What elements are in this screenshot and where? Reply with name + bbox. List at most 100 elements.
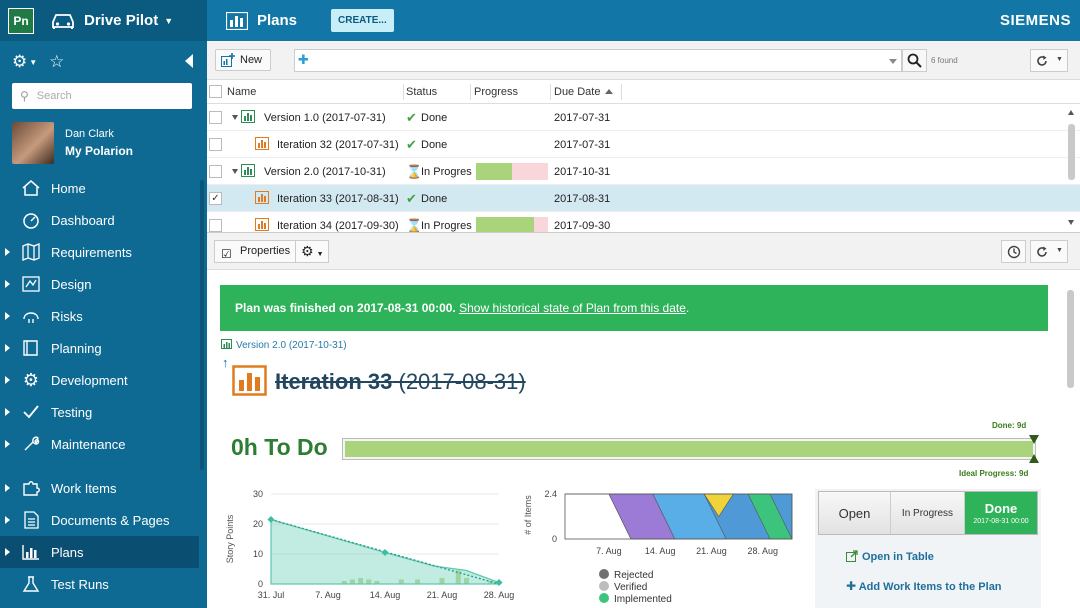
status-open-button[interactable]: Open	[819, 492, 891, 534]
new-plan-icon	[221, 53, 235, 67]
sidebar-item-test-runs[interactable]: Test Runs	[0, 568, 199, 600]
search-button[interactable]	[902, 49, 927, 72]
sidebar-item-plans[interactable]: Plans	[0, 536, 199, 568]
refresh-button-group[interactable]: ▼	[1030, 240, 1068, 263]
scroll-up-icon[interactable]	[1068, 110, 1074, 115]
expand-arrow-icon[interactable]	[5, 440, 10, 448]
requirements-icon	[20, 242, 42, 262]
properties-settings-button[interactable]: ⚙ ▼	[295, 240, 329, 263]
add-work-items-label: Add Work Items to the Plan	[858, 581, 1002, 593]
column-header-name[interactable]: Name	[227, 86, 256, 98]
collapse-sidebar-icon[interactable]	[185, 54, 193, 68]
sidebar-item-testing[interactable]: Testing	[0, 396, 199, 428]
history-button[interactable]	[1001, 240, 1026, 263]
refresh-icon[interactable]	[1036, 246, 1048, 258]
plan-name[interactable]: Iteration 34 (2017-09-30)	[277, 220, 399, 232]
expand-arrow-icon[interactable]	[5, 408, 10, 416]
expand-arrow-icon[interactable]	[5, 376, 10, 384]
content-scrollbar[interactable]	[1067, 290, 1074, 600]
plan-status: Done	[421, 193, 448, 205]
sidebar-item-design[interactable]: Design	[0, 268, 199, 300]
sidebar-item-development[interactable]: ⚙ Development	[0, 364, 199, 396]
parent-up-arrow-icon[interactable]: ↑	[222, 355, 229, 370]
content-scroll-thumb[interactable]	[1067, 290, 1074, 388]
table-row[interactable]: Iteration 32 (2017-07-31) ✔ Done 2017-07…	[207, 131, 1080, 158]
historical-state-link[interactable]: Show historical state of Plan from this …	[459, 301, 686, 315]
row-checkbox[interactable]	[209, 165, 222, 178]
legend-label: Rejected	[614, 570, 653, 581]
sidebar-search-input[interactable]: ⚲ Search	[12, 83, 192, 109]
column-separator[interactable]	[550, 84, 551, 100]
refresh-caret-icon[interactable]: ▼	[1056, 56, 1063, 63]
sidebar-item-work-items[interactable]: Work Items	[0, 472, 199, 504]
table-row[interactable]: Iteration 34 (2017-09-30) ⌛ In Progres 2…	[207, 212, 1080, 232]
new-plan-button[interactable]: New	[215, 49, 272, 71]
expand-arrow-icon[interactable]	[5, 312, 10, 320]
row-checkbox[interactable]	[209, 219, 222, 232]
sidebar-item-dashboard[interactable]: Dashboard	[0, 204, 199, 236]
column-header-progress[interactable]: Progress	[474, 86, 518, 98]
create-button[interactable]: CREATE...	[331, 9, 394, 32]
expand-arrow-icon[interactable]	[5, 344, 10, 352]
plan-name[interactable]: Version 2.0 (2017-10-31)	[264, 166, 386, 178]
status-done-button[interactable]: Done 2017-08-31 00:00	[965, 492, 1037, 534]
query-input[interactable]: ✚	[294, 49, 902, 72]
column-separator[interactable]	[470, 84, 471, 100]
project-name[interactable]: Drive Pilot	[84, 12, 158, 29]
sidebar-item-risks[interactable]: Risks	[0, 300, 199, 332]
expand-arrow-icon[interactable]	[5, 516, 10, 524]
done-days-label: Done: 9d	[992, 421, 1027, 430]
refresh-caret-icon[interactable]: ▼	[1056, 247, 1063, 254]
add-work-items-link[interactable]: ✚ Add Work Items to the Plan	[846, 579, 1002, 593]
refresh-button-group[interactable]: ▼	[1030, 49, 1068, 72]
parent-plan-link[interactable]: Version 2.0 (2017-10-31)	[221, 339, 347, 351]
expand-arrow-icon[interactable]	[5, 484, 10, 492]
testing-check-icon	[20, 402, 42, 422]
column-header-due-date[interactable]: Due Date	[554, 86, 600, 98]
my-polarion-link[interactable]: My Polarion	[65, 144, 133, 158]
expand-arrow-icon[interactable]	[5, 548, 10, 556]
row-checkbox[interactable]	[209, 138, 222, 151]
plan-name[interactable]: Iteration 33 (2017-08-31)	[277, 193, 399, 205]
add-filter-icon[interactable]: ✚	[298, 52, 309, 68]
settings-caret-icon[interactable]: ▼	[29, 58, 37, 67]
scroll-down-icon[interactable]	[1068, 220, 1074, 225]
table-scroll-thumb[interactable]	[1068, 124, 1075, 180]
properties-button[interactable]: ☑ Properties	[214, 240, 300, 263]
sidebar-item-requirements[interactable]: Requirements	[0, 236, 199, 268]
table-scrollbar[interactable]	[1068, 110, 1075, 232]
status-in-progress-button[interactable]: In Progress	[891, 492, 965, 534]
row-checkbox[interactable]	[209, 111, 222, 124]
column-header-status[interactable]: Status	[406, 86, 437, 98]
plan-name[interactable]: Iteration 32 (2017-07-31)	[277, 139, 399, 151]
collapse-row-icon[interactable]	[232, 115, 238, 120]
column-separator[interactable]	[403, 84, 404, 100]
row-checkbox-checked[interactable]: ✓	[209, 192, 222, 205]
table-row[interactable]: Version 1.0 (2017-07-31) ✔ Done 2017-07-…	[207, 104, 1080, 131]
table-row[interactable]: Version 2.0 (2017-10-31) ⌛ In Progres 20…	[207, 158, 1080, 185]
sort-ascending-icon[interactable]	[605, 89, 613, 94]
expand-arrow-icon[interactable]	[5, 280, 10, 288]
favorites-star-icon[interactable]: ☆	[49, 52, 64, 72]
project-dropdown-icon[interactable]: ▼	[164, 16, 173, 26]
collapse-row-icon[interactable]	[232, 169, 238, 174]
found-count: 6 found	[931, 56, 958, 65]
open-in-table-link[interactable]: Open in Table	[846, 550, 934, 563]
polarion-logo[interactable]: Pn	[8, 7, 34, 34]
sidebar-item-maintenance[interactable]: Maintenance	[0, 428, 199, 460]
done-check-icon: ✔	[406, 191, 417, 206]
select-all-checkbox[interactable]	[209, 85, 222, 98]
user-panel[interactable]: Dan Clark My Polarion	[0, 109, 207, 165]
settings-gear-icon[interactable]: ⚙	[12, 52, 27, 72]
sidebar-item-home[interactable]: Home	[0, 172, 199, 204]
sidebar-scrollbar[interactable]	[200, 180, 204, 470]
column-separator[interactable]	[621, 84, 622, 100]
sidebar-item-documents-pages[interactable]: Documents & Pages	[0, 504, 199, 536]
query-dropdown-icon[interactable]	[889, 59, 897, 64]
avatar[interactable]	[12, 122, 54, 164]
sidebar-item-planning[interactable]: Planning	[0, 332, 199, 364]
table-row-selected[interactable]: ✓ Iteration 33 (2017-08-31) ✔ Done 2017-…	[207, 185, 1080, 212]
expand-arrow-icon[interactable]	[5, 248, 10, 256]
plan-name[interactable]: Version 1.0 (2017-07-31)	[264, 112, 386, 124]
refresh-icon[interactable]	[1036, 55, 1048, 67]
